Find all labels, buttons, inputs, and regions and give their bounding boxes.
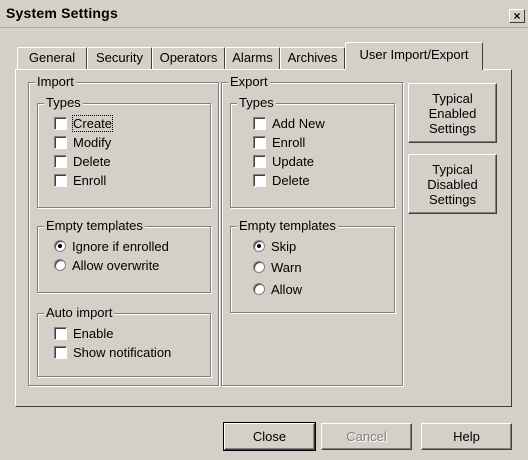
auto-import-label: Auto import <box>44 305 115 321</box>
window-title: System Settings <box>6 5 118 21</box>
checkbox-box[interactable] <box>253 154 266 168</box>
checkbox-box[interactable] <box>54 154 67 168</box>
tab-label: User Import/Export <box>359 47 469 62</box>
checkbox-box[interactable] <box>253 116 266 130</box>
import-enroll-checkbox[interactable]: Enroll <box>54 171 106 189</box>
tab-panel: Import Types Create Modify Delete Enroll… <box>15 69 512 407</box>
auto-import-group: Auto import Enable Show notification <box>37 305 211 377</box>
checkbox-box[interactable] <box>253 173 266 187</box>
import-overwrite-radio[interactable]: Allow overwrite <box>54 256 159 274</box>
import-types-group: Types Create Modify Delete Enroll <box>37 95 211 208</box>
tab-alarms[interactable]: Alarms <box>225 47 280 69</box>
checkbox-box[interactable] <box>54 326 67 340</box>
checkbox-box[interactable] <box>54 116 67 130</box>
export-empty-templates-label: Empty templates <box>237 218 338 234</box>
export-group-label: Export <box>228 74 270 90</box>
export-allow-radio[interactable]: Allow <box>253 280 302 298</box>
tab-label: Security <box>96 50 143 65</box>
checkbox-label: Update <box>272 153 314 169</box>
tab-label: Archives <box>287 50 338 65</box>
tab-label: General <box>28 50 76 65</box>
checkbox-label: Modify <box>73 134 112 150</box>
button-label: Typical Disabled Settings <box>427 161 478 207</box>
typical-disabled-settings-button[interactable]: Typical Disabled Settings <box>408 154 497 214</box>
checkbox-box[interactable] <box>54 345 67 359</box>
show-notification-checkbox[interactable]: Show notification <box>54 343 171 361</box>
import-empty-templates-label: Empty templates <box>44 218 145 234</box>
tab-label: Operators <box>159 50 218 65</box>
export-add-new-checkbox[interactable]: Add New <box>253 114 325 132</box>
checkbox-label: Add New <box>272 115 325 131</box>
checkbox-label: Enroll <box>73 172 107 188</box>
tab-general[interactable]: General <box>17 47 87 69</box>
export-empty-templates-group: Empty templates Skip Warn Allow <box>230 218 395 313</box>
radio-label: Skip <box>271 238 297 254</box>
help-button[interactable]: Help <box>421 423 512 450</box>
cancel-button[interactable]: Cancel <box>321 423 412 450</box>
radio-button[interactable] <box>253 283 265 295</box>
import-create-checkbox[interactable]: Create <box>54 114 114 132</box>
button-label: Help <box>453 429 480 444</box>
checkbox-box[interactable] <box>54 173 67 187</box>
export-delete-checkbox[interactable]: Delete <box>253 171 310 189</box>
tab-user-import-export[interactable]: User Import/Export <box>345 42 483 70</box>
export-types-label: Types <box>237 95 276 111</box>
export-update-checkbox[interactable]: Update <box>253 152 314 170</box>
checkbox-box[interactable] <box>54 135 67 149</box>
checkbox-label: Enable <box>73 325 114 341</box>
radio-button[interactable] <box>253 240 265 252</box>
checkbox-label: Delete <box>73 153 111 169</box>
tab-archives[interactable]: Archives <box>280 47 345 69</box>
checkbox-label: Show notification <box>73 344 172 360</box>
radio-button[interactable] <box>253 261 265 273</box>
import-group: Import Types Create Modify Delete Enroll… <box>28 74 219 386</box>
import-delete-checkbox[interactable]: Delete <box>54 152 111 170</box>
checkbox-label: Delete <box>272 172 310 188</box>
close-button[interactable]: Close <box>223 422 316 451</box>
export-types-group: Types Add New Enroll Update Delete <box>230 95 395 208</box>
typical-enabled-settings-button[interactable]: Typical Enabled Settings <box>408 83 497 143</box>
radio-label: Warn <box>271 259 302 275</box>
radio-button[interactable] <box>54 240 66 252</box>
radio-button[interactable] <box>54 259 66 271</box>
button-label: Close <box>252 429 287 444</box>
export-group: Export Types Add New Enroll Update Delet… <box>221 74 403 386</box>
tab-operators[interactable]: Operators <box>152 47 225 69</box>
import-modify-checkbox[interactable]: Modify <box>54 133 111 151</box>
import-types-label: Types <box>44 95 83 111</box>
radio-label: Allow overwrite <box>72 257 160 273</box>
export-enroll-checkbox[interactable]: Enroll <box>253 133 305 151</box>
tab-label: Alarms <box>232 50 273 65</box>
title-bar: System Settings × <box>0 0 528 28</box>
button-label: Cancel <box>346 429 387 444</box>
export-skip-radio[interactable]: Skip <box>253 237 296 255</box>
checkbox-label: Create <box>71 114 114 132</box>
export-warn-radio[interactable]: Warn <box>253 258 302 276</box>
system-settings-dialog: System Settings × General Security Opera… <box>0 0 528 460</box>
radio-label: Allow <box>271 281 303 297</box>
checkbox-box[interactable] <box>253 135 266 149</box>
import-group-label: Import <box>35 74 76 90</box>
auto-import-enable-checkbox[interactable]: Enable <box>54 324 113 342</box>
close-icon[interactable]: × <box>509 9 525 23</box>
button-label: Typical Enabled Settings <box>428 90 477 136</box>
radio-label: Ignore if enrolled <box>72 238 169 254</box>
tab-security[interactable]: Security <box>87 47 152 69</box>
checkbox-label: Enroll <box>272 134 306 150</box>
import-ignore-radio[interactable]: Ignore if enrolled <box>54 237 169 255</box>
import-empty-templates-group: Empty templates Ignore if enrolled Allow… <box>37 218 211 293</box>
